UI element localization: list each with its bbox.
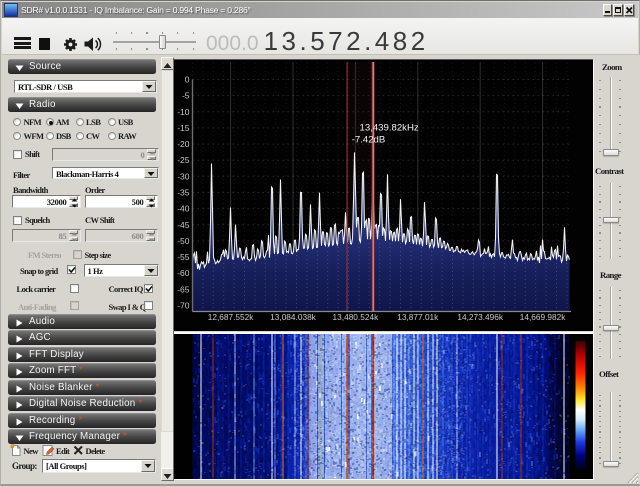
svg-text:-7.42dB: -7.42dB (352, 135, 386, 146)
svg-text:-60: -60 (177, 268, 190, 278)
svg-text:-35: -35 (177, 188, 190, 198)
svg-text:0: 0 (185, 75, 190, 85)
svg-text:14,669.982k: 14,669.982k (520, 312, 567, 322)
svg-text:-40: -40 (177, 204, 190, 214)
svg-text:-70: -70 (177, 301, 190, 311)
svg-text:-5: -5 (182, 91, 190, 101)
svg-text:-20: -20 (177, 139, 190, 149)
svg-text:13,439.82kHz: 13,439.82kHz (360, 123, 419, 134)
svg-text:-55: -55 (177, 252, 190, 262)
svg-text:-25: -25 (177, 155, 190, 165)
svg-text:13,480.524k: 13,480.524k (333, 312, 380, 322)
svg-text:-15: -15 (177, 123, 190, 133)
svg-text:-65: -65 (177, 284, 190, 294)
svg-text:-50: -50 (177, 236, 190, 246)
svg-text:13,877.01k: 13,877.01k (397, 312, 439, 322)
svg-text:13,084.038k: 13,084.038k (270, 312, 317, 322)
svg-text:12,687.552k: 12,687.552k (208, 312, 255, 322)
svg-text:-45: -45 (177, 220, 190, 230)
svg-text:-10: -10 (177, 107, 190, 117)
svg-text:-30: -30 (177, 171, 190, 181)
svg-text:14,273.496k: 14,273.496k (457, 312, 504, 322)
